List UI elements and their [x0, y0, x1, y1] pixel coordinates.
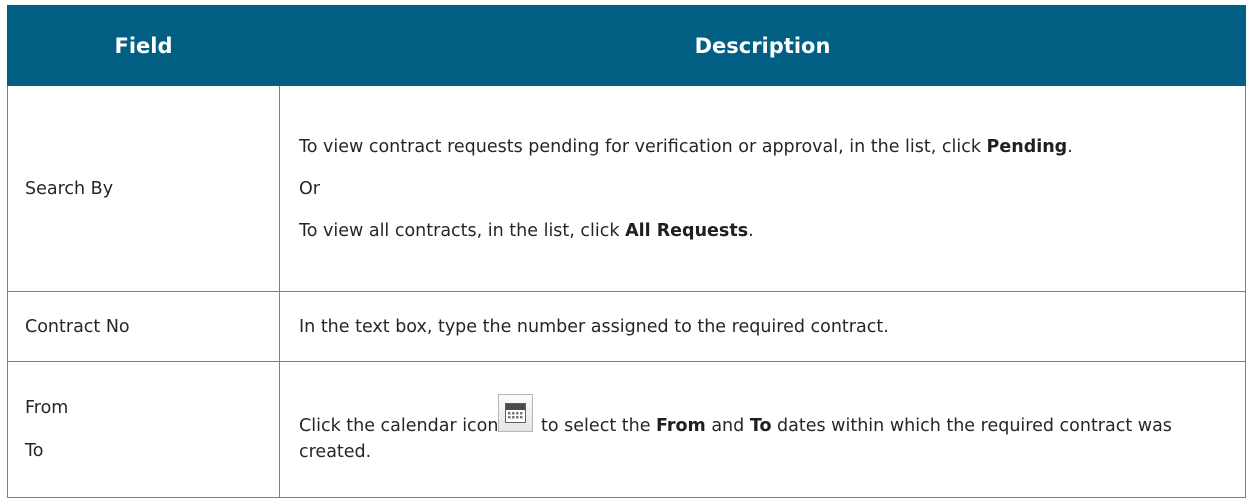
header-row: Field Description	[7, 5, 1246, 86]
description-cell-search-by: To view contract requests pending for ve…	[279, 85, 1246, 292]
header-description: Description	[279, 5, 1246, 86]
description-paragraph: To view contract requests pending for ve…	[299, 134, 1233, 160]
table-header: Field Description	[7, 5, 1246, 86]
description-paragraph: To view all contracts, in the list, clic…	[299, 218, 1233, 244]
description-text: and	[705, 416, 750, 436]
field-cell-contract-no: Contract No	[7, 291, 280, 362]
field-description-table: Field Description Search By To view cont…	[7, 5, 1246, 498]
description-cell-contract-no: In the text box, type the number assigne…	[279, 291, 1246, 362]
table-row: Contract No In the text box, type the nu…	[7, 291, 1246, 362]
calendar-icon	[498, 394, 534, 432]
description-text: to select the	[535, 416, 657, 436]
table-row: From To Click the calendar icon to selec…	[7, 361, 1246, 498]
bold-option-all-requests: All Requests	[625, 220, 749, 241]
field-label-to: To	[25, 441, 44, 461]
description-text: Click the calendar icon	[299, 416, 499, 436]
header-field: Field	[7, 5, 280, 86]
bold-to: To	[749, 416, 772, 436]
field-cell-search-by: Search By	[7, 85, 280, 292]
description-cell-from-to: Click the calendar icon to select the Fr…	[279, 361, 1246, 498]
field-cell-from-to: From To	[7, 361, 280, 498]
description-text: To view all contracts, in the list, clic…	[299, 220, 626, 241]
field-label-from: From	[25, 398, 69, 418]
bold-option-pending: Pending	[986, 136, 1068, 157]
bold-from: From	[656, 416, 706, 436]
description-text: To view contract requests pending for ve…	[299, 136, 987, 157]
punctuation: .	[1067, 136, 1073, 157]
description-paragraph: Or	[299, 178, 320, 199]
table-row: Search By To view contract requests pend…	[7, 85, 1246, 292]
description-paragraph: Click the calendar icon to select the Fr…	[299, 394, 1233, 465]
punctuation: .	[748, 220, 754, 241]
